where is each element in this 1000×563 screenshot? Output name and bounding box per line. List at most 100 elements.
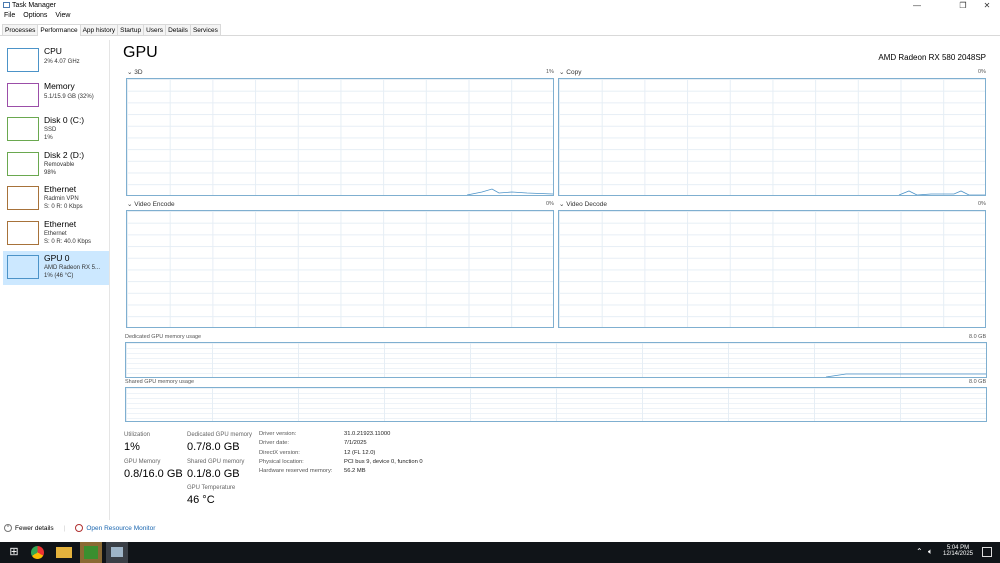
footer: ⌃ Fewer details | Open Resource Monitor (4, 524, 156, 532)
close-button[interactable]: ✕ (976, 0, 998, 11)
sidebar-item-label: CPU (44, 46, 62, 56)
resource-monitor-icon (75, 524, 84, 532)
dedicated-memory-label: Dedicated GPU memory usage (125, 334, 202, 340)
sidebar-item-label: Disk 2 (D:) (44, 149, 85, 160)
thumbnail-graph (7, 82, 39, 107)
graph-pct-video-encode: 0% (546, 201, 554, 207)
tab-details[interactable]: Details (165, 24, 191, 35)
sidebar-item-disk-2[interactable]: Disk 2 (D:) Removable 98% (3, 148, 109, 182)
graph-pct-video-decode: 0% (978, 201, 986, 207)
sidebar-item-sub2: 1% (46 °C) (44, 273, 74, 279)
sidebar-item-label: Memory (44, 80, 75, 91)
thumbnail-graph (7, 48, 39, 72)
tab-users[interactable]: Users (143, 24, 167, 35)
tab-bar: Processes Performance App history Startu… (0, 24, 1000, 36)
sidebar-item-sub: 5.1/15.9 GB (32%) (44, 93, 94, 100)
sidebar-item-ethernet-radmin[interactable]: Ethernet Radmin VPN S: 0 R: 0 Kbps (3, 182, 109, 216)
detail-value: PCI bus 9, device 0, function 0 (344, 458, 423, 465)
sidebar-item-label: Ethernet (44, 218, 77, 229)
detail-label: DirectX version: (259, 449, 300, 456)
utilization-value: 1% (124, 441, 140, 453)
menu-view[interactable]: View (55, 12, 70, 22)
sidebar-item-sub2: S: 0 R: 0 Kbps (44, 204, 83, 210)
sidebar-item-label: GPU 0 (44, 253, 70, 263)
detail-label: Hardware reserved memory: (259, 468, 333, 475)
file-explorer-icon[interactable] (56, 547, 72, 558)
sidebar-item-cpu[interactable]: CPU 2% 4.07 GHz (3, 44, 109, 78)
shared-memory-label: Shared GPU memory usage (125, 379, 195, 385)
sidebar-item-sub: Ethernet (44, 230, 67, 237)
menu-file[interactable]: File (4, 12, 15, 22)
chevron-up-icon: ⌃ (4, 524, 12, 532)
temperature-value: 46 °C (187, 494, 215, 506)
shared-value: 0.1/8.0 GB (187, 468, 240, 480)
sidebar-item-sub2: 98% (44, 169, 57, 176)
task-manager-taskbar-icon[interactable] (106, 542, 128, 563)
utilization-label: Utilization (124, 432, 151, 438)
thumbnail-graph (7, 186, 39, 210)
restore-button[interactable]: ❐ (952, 0, 974, 11)
graph-video-decode (558, 210, 986, 328)
menu-bar: File Options View (0, 12, 70, 22)
sidebar-item-sub2: 1% (44, 135, 53, 141)
dedicated-memory-max: 8.0 GB (969, 334, 987, 340)
tab-startup[interactable]: Startup (117, 24, 145, 35)
detail-value: 31.0.21923.11000 (344, 431, 391, 437)
tab-services[interactable]: Services (189, 24, 221, 35)
chrome-icon[interactable] (31, 546, 44, 559)
minimize-button[interactable]: — (906, 0, 928, 11)
sidebar-item-disk-0[interactable]: Disk 0 (C:) SSD 1% (3, 113, 109, 147)
gpu-memory-label: GPU Memory (124, 459, 161, 465)
detail-label: Driver date: (259, 440, 289, 447)
sidebar-item-sub2: S: 0 R: 40.0 Kbps (44, 238, 92, 245)
taskbar-date: 12/14/2025 (942, 551, 974, 557)
graph-label-3d[interactable]: ⌄ 3D (127, 68, 143, 76)
open-resource-monitor-link[interactable]: Open Resource Monitor (75, 524, 155, 532)
thumbnail-graph (7, 255, 39, 279)
graph-copy (558, 78, 986, 196)
clock[interactable]: 5:04 PM 12/14/2025 (940, 545, 976, 557)
minecraft-icon[interactable] (80, 542, 102, 563)
detail-value: 56.2 MB (344, 468, 366, 475)
thumbnail-graph (7, 151, 39, 176)
graph-pct-copy: 0% (978, 69, 986, 75)
dedicated-value: 0.7/8.0 GB (187, 441, 240, 453)
thumbnail-graph (7, 117, 39, 141)
tab-app-history[interactable]: App history (79, 24, 119, 35)
sidebar-item-label: Disk 0 (C:) (44, 115, 85, 125)
detail-value: 12 (FL 12.0) (344, 449, 376, 456)
sidebar-item-memory[interactable]: Memory 5.1/15.9 GB (32%) (3, 79, 109, 113)
graph-label-video-decode[interactable]: ⌄ Video Decode (559, 200, 607, 208)
menu-options[interactable]: Options (23, 12, 47, 22)
shared-memory-max: 8.0 GB (969, 379, 987, 385)
gpu-memory-value: 0.8/16.0 GB (124, 468, 183, 480)
tab-processes[interactable]: Processes (2, 24, 39, 35)
tab-performance[interactable]: Performance (37, 24, 81, 36)
detail-label: Driver version: (259, 431, 297, 437)
graph-label-video-encode[interactable]: ⌄ Video Encode (127, 200, 175, 208)
sidebar-item-sub: 2% 4.07 GHz (44, 59, 80, 65)
app-icon (3, 2, 10, 8)
graph-label-copy[interactable]: ⌄ Copy (559, 68, 581, 76)
shared-memory-graph (125, 387, 987, 422)
start-windows-icon[interactable]: ⊞ (6, 545, 22, 560)
graph-pct-3d: 1% (546, 69, 554, 75)
temperature-label: GPU Temperature (187, 485, 236, 491)
notification-icon[interactable] (982, 547, 992, 557)
sidebar-item-sub: Removable (44, 161, 75, 168)
volume-icon[interactable]: 🔈︎ (928, 547, 933, 557)
dedicated-label: Dedicated GPU memory (187, 432, 253, 438)
title-bar: Task Manager — ❐ ✕ (0, 0, 1000, 11)
sidebar-item-gpu-0[interactable]: GPU 0 AMD Radeon RX 5... 1% (46 °C) (3, 251, 109, 285)
chevron-up-tray-icon[interactable]: ⌃ (916, 547, 923, 556)
sidebar-item-sub: SSD (44, 127, 57, 133)
sidebar-item-sub: Radmin VPN (44, 196, 79, 202)
fewer-details-button[interactable]: ⌃ Fewer details (4, 524, 54, 532)
sidebar-item-sub: AMD Radeon RX 5... (44, 265, 101, 271)
window-title: Task Manager (12, 2, 56, 9)
detail-label: Physical location: (259, 458, 304, 465)
shared-label: Shared GPU memory (187, 459, 245, 465)
sidebar-item-ethernet[interactable]: Ethernet Ethernet S: 0 R: 40.0 Kbps (3, 217, 109, 251)
taskbar: ⊞ ⌃ 🔈︎ 5:04 PM 12/14/2025 (0, 542, 1000, 563)
graph-video-encode (126, 210, 554, 328)
